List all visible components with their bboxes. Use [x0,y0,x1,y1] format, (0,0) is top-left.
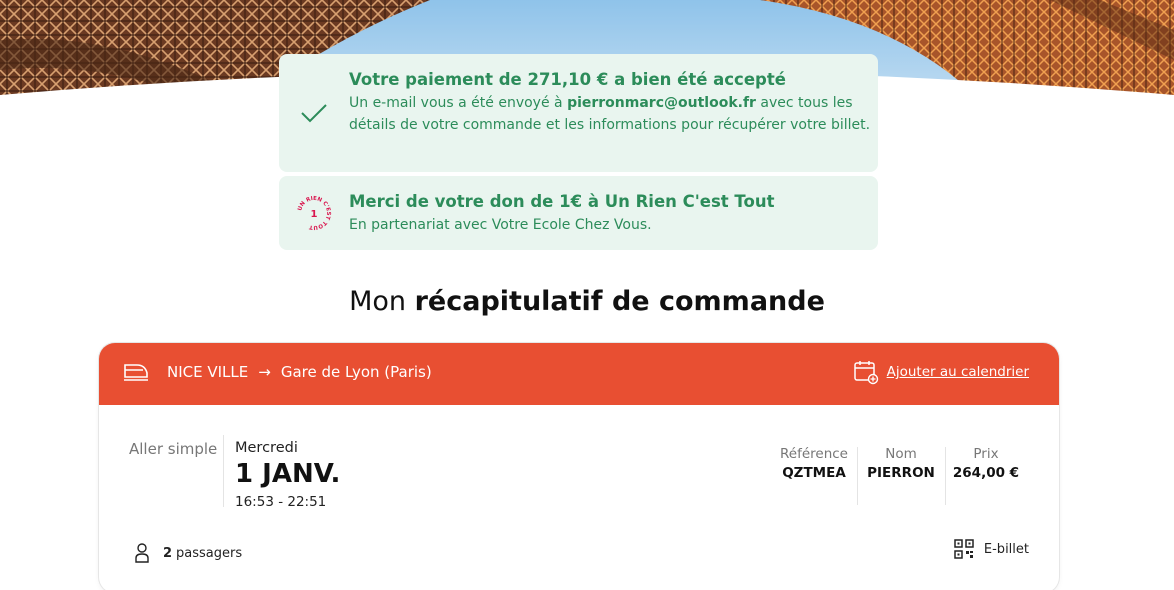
trip-type: Aller simple [129,440,218,458]
name-value: PIERRON [867,465,935,481]
price-value: 264,00 € [952,465,1020,481]
payment-body-prefix: Un e-mail vous a été envoyé à [349,95,568,111]
name-label: Nom [885,446,917,462]
trip-header: NICE VILLE → Gare de Lyon (Paris) Ajoute… [99,343,1059,405]
e-ticket-info: E-billet [954,539,1029,559]
calendar-add-icon [853,361,878,385]
payment-success-alert: Votre paiement de 271,10 € a bien été ac… [279,54,878,172]
trip-weekday: Mercredi [235,440,298,456]
passengers-count: 2 [163,545,173,561]
page-title: Mon récapitulatif de commande [0,286,1174,317]
trip-hours: 16:53 - 22:51 [235,494,327,510]
e-ticket-label: E-billet [983,541,1029,557]
reference-label: Référence [780,446,848,462]
trip-route: NICE VILLE → Gare de Lyon (Paris) [167,363,432,381]
customer-email: pierronmarc@outlook.fr [567,95,756,111]
person-icon [135,543,149,563]
order-summary-card: NICE VILLE → Gare de Lyon (Paris) Ajoute… [99,343,1059,590]
passengers-info: 2 passagers [135,543,242,563]
price-label: Prix [973,446,999,462]
checkmark-icon [279,54,349,172]
passengers-label: passagers [176,545,243,561]
reference-value: QZTMEA [782,465,846,481]
destination-station: Gare de Lyon (Paris) [280,363,432,381]
divider [857,447,858,505]
arrow-right-icon: → [258,363,271,381]
train-icon [123,361,149,387]
qr-code-icon [954,539,974,559]
add-to-calendar-label[interactable]: Ajouter au calendrier [887,364,1029,380]
page-title-bold: récapitulatif de commande [414,286,825,317]
trip-date: 1 JANV. [235,459,341,489]
name-block: Nom PIERRON [864,446,938,481]
price-block: Prix 264,00 € [951,446,1021,481]
divider [223,435,224,507]
donation-body: En partenariat avec Votre Ecole Chez Vou… [349,217,652,233]
add-to-calendar-link[interactable]: Ajouter au calendrier [853,359,1029,385]
svg-text:1: 1 [311,209,318,220]
reference-block: Référence QZTMEA [779,446,849,481]
donation-logo: UN RIEN C'EST TOUT 1 [279,176,349,250]
divider [945,447,946,505]
donation-title: Merci de votre don de 1€ à Un Rien C'est… [349,192,775,211]
origin-station: NICE VILLE [167,363,249,381]
donation-alert: UN RIEN C'EST TOUT 1 Merci de votre don … [279,176,878,250]
payment-title: Votre paiement de 271,10 € a bien été ac… [349,70,786,89]
payment-body: Un e-mail vous a été envoyé à pierronmar… [349,92,878,136]
page-title-light: Mon [349,286,415,317]
